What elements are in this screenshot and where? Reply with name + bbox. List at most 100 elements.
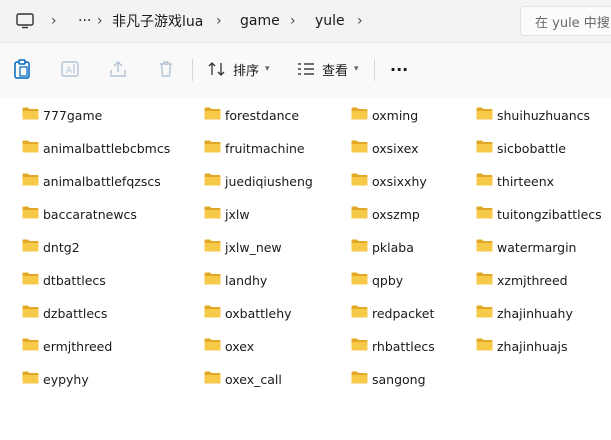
- folder-item[interactable]: forestdance: [204, 104, 299, 126]
- folder-icon: [476, 107, 497, 123]
- folder-name: sangong: [372, 371, 426, 387]
- folder-icon: [204, 338, 225, 354]
- folder-icon: [351, 107, 372, 123]
- breadcrumb-item[interactable]: yule: [315, 0, 345, 42]
- toolbar-divider: [374, 59, 375, 81]
- view-button[interactable]: 查看 ▾: [296, 55, 359, 83]
- folder-name: eypyhy: [43, 371, 89, 387]
- folder-item[interactable]: oxsixex: [351, 137, 419, 159]
- folder-icon: [351, 305, 372, 321]
- chevron-right-icon[interactable]: ›: [290, 0, 296, 42]
- folder-name: oxex: [225, 338, 255, 354]
- address-bar: › ··· › 非凡子游戏lua › game › yule › 在 yule …: [0, 0, 611, 43]
- folder-item[interactable]: ermjthreed: [22, 335, 112, 357]
- chevron-right-icon[interactable]: ›: [357, 0, 363, 42]
- folder-item[interactable]: jxlw_new: [204, 236, 282, 258]
- chevron-right-icon[interactable]: ›: [216, 0, 222, 42]
- folder-item[interactable]: oxszmp: [351, 203, 420, 225]
- folder-item[interactable]: juediqiusheng: [204, 170, 313, 192]
- search-input[interactable]: 在 yule 中搜: [520, 6, 611, 36]
- folder-icon: [22, 206, 43, 222]
- delete-icon[interactable]: [155, 58, 177, 80]
- folder-icon: [476, 305, 497, 321]
- breadcrumb-overflow[interactable]: ···: [78, 0, 91, 42]
- folder-icon: [22, 140, 43, 156]
- folder-item[interactable]: pklaba: [351, 236, 414, 258]
- folder-item[interactable]: tuitongzibattlecs: [476, 203, 602, 225]
- more-options-button[interactable]: ···: [390, 55, 408, 83]
- computer-icon[interactable]: [16, 0, 34, 42]
- folder-item[interactable]: watermargin: [476, 236, 576, 258]
- folder-item[interactable]: oxming: [351, 104, 418, 126]
- toolbar-divider: [192, 59, 193, 81]
- folder-item[interactable]: qpby: [351, 269, 403, 291]
- folder-item[interactable]: redpacket: [351, 302, 434, 324]
- folder-item[interactable]: oxex: [204, 335, 254, 357]
- folder-item[interactable]: baccaratnewcs: [22, 203, 137, 225]
- folder-name: dtbattlecs: [43, 272, 106, 288]
- folder-icon: [22, 338, 43, 354]
- folder-icon: [204, 371, 225, 387]
- folder-item[interactable]: xzmjthreed: [476, 269, 568, 291]
- folder-item[interactable]: 777game: [22, 104, 102, 126]
- folder-name: baccaratnewcs: [43, 206, 137, 222]
- folder-icon: [476, 140, 497, 156]
- folder-name: animalbattlebcbmcs: [43, 140, 171, 156]
- folder-item[interactable]: oxsixxhy: [351, 170, 427, 192]
- chevron-right-icon[interactable]: ›: [97, 0, 103, 42]
- sort-button[interactable]: 排序 ▾: [207, 55, 270, 83]
- folder-name: 777game: [43, 107, 103, 123]
- folder-icon: [476, 272, 497, 288]
- folder-item[interactable]: dtbattlecs: [22, 269, 106, 291]
- folder-item[interactable]: eypyhy: [22, 368, 89, 390]
- folder-item[interactable]: landhy: [204, 269, 267, 291]
- folder-name: oxsixex: [372, 140, 419, 156]
- folder-name: shuihuzhuancs: [497, 107, 591, 123]
- folder-item[interactable]: oxex_call: [204, 368, 282, 390]
- folder-icon: [476, 173, 497, 189]
- breadcrumb-item[interactable]: game: [240, 0, 280, 42]
- folder-item[interactable]: sangong: [351, 368, 426, 390]
- folder-item[interactable]: dntg2: [22, 236, 80, 258]
- folder-item[interactable]: oxbattlehy: [204, 302, 292, 324]
- folder-name: pklaba: [372, 239, 414, 255]
- folder-item[interactable]: fruitmachine: [204, 137, 305, 159]
- folder-name: zhajinhuajs: [497, 338, 568, 354]
- folder-icon: [351, 338, 372, 354]
- folder-icon: [204, 305, 225, 321]
- folder-icon: [22, 173, 43, 189]
- sort-label: 排序: [233, 63, 260, 79]
- folder-icon: [22, 272, 43, 288]
- folder-name: tuitongzibattlecs: [497, 206, 602, 222]
- folder-item[interactable]: shuihuzhuancs: [476, 104, 590, 126]
- breadcrumb-item[interactable]: 非凡子游戏lua: [112, 0, 203, 42]
- folder-item[interactable]: thirteenx: [476, 170, 554, 192]
- folder-icon: [22, 239, 43, 255]
- folder-name: xzmjthreed: [497, 272, 568, 288]
- folder-item[interactable]: animalbattlebcbmcs: [22, 137, 170, 159]
- view-icon: [298, 63, 314, 75]
- folder-name: watermargin: [497, 239, 577, 255]
- folder-name: animalbattlefqzscs: [43, 173, 161, 189]
- folder-item[interactable]: jxlw: [204, 203, 250, 225]
- share-icon[interactable]: [107, 58, 129, 80]
- folder-item[interactable]: sicbobattle: [476, 137, 566, 159]
- rename-icon[interactable]: A: [59, 58, 81, 80]
- folder-name: landhy: [225, 272, 268, 288]
- folder-name: oxex_call: [225, 371, 282, 387]
- folder-item[interactable]: zhajinhuajs: [476, 335, 568, 357]
- folder-item[interactable]: dzbattlecs: [22, 302, 107, 324]
- folder-item[interactable]: zhajinhuahy: [476, 302, 573, 324]
- folder-name: fruitmachine: [225, 140, 305, 156]
- folder-item[interactable]: rhbattlecs: [351, 335, 435, 357]
- folder-item[interactable]: animalbattlefqzscs: [22, 170, 161, 192]
- folder-name: forestdance: [225, 107, 300, 123]
- chevron-right-icon[interactable]: ›: [51, 0, 57, 42]
- folder-name: oxsixxhy: [372, 173, 427, 189]
- folder-icon: [351, 239, 372, 255]
- folder-icon: [204, 272, 225, 288]
- paste-icon[interactable]: [11, 58, 33, 80]
- svg-text:A: A: [66, 66, 73, 76]
- folder-name: redpacket: [372, 305, 435, 321]
- file-list: 777game animalbattlebcbmcs animalbattlefqz…: [0, 98, 611, 440]
